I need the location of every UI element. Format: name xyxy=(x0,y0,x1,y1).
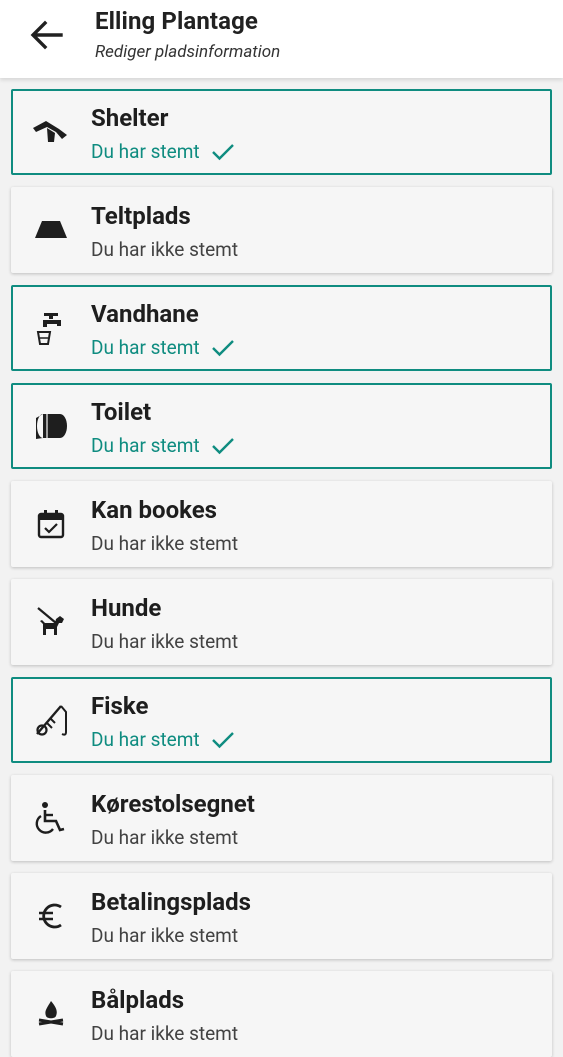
vote-status-text: Du har ikke stemt xyxy=(91,826,239,849)
vote-status-text: Du har stemt xyxy=(91,140,200,163)
check-icon xyxy=(211,731,235,749)
vote-status: Du har ikke stemt xyxy=(91,630,238,653)
vote-status: Du har ikke stemt xyxy=(91,826,238,849)
check-icon xyxy=(211,437,235,455)
facility-item-korestolsegnet[interactable]: Kørestolsegnet Du har ikke stemt xyxy=(11,775,552,861)
vote-status-text: Du har ikke stemt xyxy=(91,924,239,947)
water-tap-icon xyxy=(33,310,69,346)
vote-status-text: Du har ikke stemt xyxy=(91,532,239,555)
euro-icon xyxy=(33,898,69,934)
vote-status-text: Du har stemt xyxy=(91,728,200,751)
facility-item-teltplads[interactable]: Teltplads Du har ikke stemt xyxy=(11,187,552,273)
facility-item-kan-bookes[interactable]: Kan bookes Du har ikke stemt xyxy=(11,481,552,567)
vote-status-text: Du har stemt xyxy=(91,434,200,457)
facility-item-vandhane[interactable]: Vandhane Du har stemt xyxy=(11,285,552,371)
page-title: Elling Plantage xyxy=(95,7,258,35)
check-icon xyxy=(211,339,235,357)
vote-status-text: Du har stemt xyxy=(91,336,200,359)
facility-name: Teltplads xyxy=(91,202,191,230)
toilet-paper-icon xyxy=(33,408,69,444)
campfire-icon xyxy=(33,996,69,1032)
fishing-rod-icon xyxy=(33,702,69,738)
vote-status: Du har ikke stemt xyxy=(91,1022,238,1045)
page-subtitle: Rediger pladsinformation xyxy=(95,42,281,62)
facility-name: Bålplads xyxy=(91,986,185,1014)
wheelchair-icon xyxy=(33,800,69,836)
facility-name: Shelter xyxy=(91,104,169,132)
facility-item-betalingsplads[interactable]: Betalingsplads Du har ikke stemt xyxy=(11,873,552,959)
vote-status: Du har ikke stemt xyxy=(91,238,238,261)
app-bar: Elling Plantage Rediger pladsinformation xyxy=(0,0,563,78)
facility-name: Betalingsplads xyxy=(91,888,251,916)
facility-name: Toilet xyxy=(91,398,152,426)
vote-status: Du har stemt xyxy=(91,140,235,163)
vote-status: Du har stemt xyxy=(91,728,235,751)
dog-icon xyxy=(33,604,69,640)
facility-name: Hunde xyxy=(91,594,162,622)
facility-name: Kørestolsegnet xyxy=(91,790,255,818)
facility-item-hunde[interactable]: Hunde Du har ikke stemt xyxy=(11,579,552,665)
facility-item-balplads[interactable]: Bålplads Du har ikke stemt xyxy=(11,971,552,1057)
facility-item-toilet[interactable]: Toilet Du har stemt xyxy=(11,383,552,469)
arrow-back-icon xyxy=(29,20,63,54)
facility-name: Fiske xyxy=(91,692,149,720)
shelter-icon xyxy=(33,114,69,150)
check-icon xyxy=(211,143,235,161)
facility-item-fiske[interactable]: Fiske Du har stemt xyxy=(11,677,552,763)
calendar-check-icon xyxy=(33,506,69,542)
vote-status: Du har stemt xyxy=(91,336,235,359)
vote-status: Du har ikke stemt xyxy=(91,532,238,555)
facility-name: Vandhane xyxy=(91,300,199,328)
back-button[interactable] xyxy=(26,19,66,55)
vote-status: Du har ikke stemt xyxy=(91,924,238,947)
vote-status-text: Du har ikke stemt xyxy=(91,1022,239,1045)
vote-status-text: Du har ikke stemt xyxy=(91,630,239,653)
facility-item-shelter[interactable]: Shelter Du har stemt xyxy=(11,89,552,175)
vote-status: Du har stemt xyxy=(91,434,235,457)
tent-icon xyxy=(33,212,69,248)
facility-name: Kan bookes xyxy=(91,496,217,524)
vote-status-text: Du har ikke stemt xyxy=(91,238,239,261)
